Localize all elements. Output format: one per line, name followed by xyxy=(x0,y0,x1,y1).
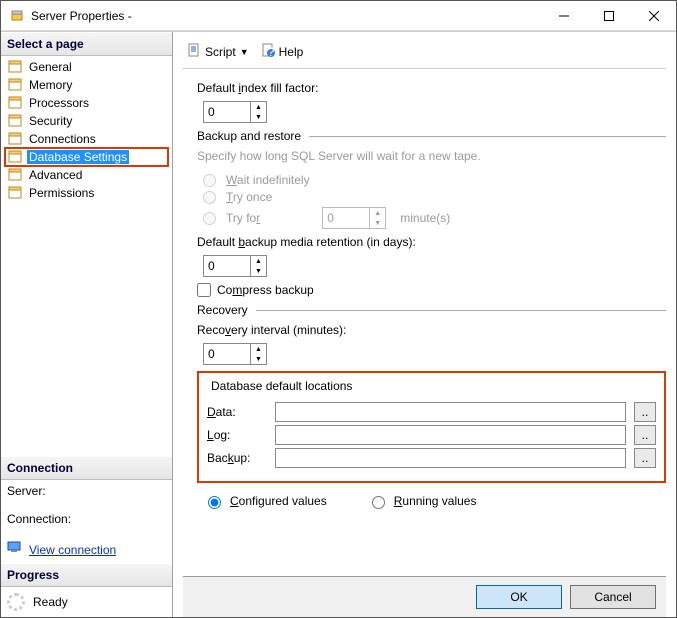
page-icon xyxy=(7,167,23,183)
backup-restore-group: Backup and restore xyxy=(197,129,301,143)
running-radio[interactable]: Running values xyxy=(367,493,477,509)
retention-spin[interactable]: ▲▼ xyxy=(203,255,267,277)
locations-group: Database default locations Data: .. Log:… xyxy=(197,371,666,483)
titlebar: Server Properties - xyxy=(1,1,676,31)
retention-label: Default backup media retention (in days)… xyxy=(197,235,416,249)
app-icon xyxy=(9,8,25,24)
minimize-button[interactable] xyxy=(541,1,586,30)
page-icon xyxy=(7,149,23,165)
sidebar-item-advanced[interactable]: Advanced xyxy=(5,166,168,184)
page-icon xyxy=(7,131,23,147)
try-for-spin: ▲▼ xyxy=(322,207,386,229)
chevron-down-icon: ▼ xyxy=(240,47,249,57)
svg-text:?: ? xyxy=(267,45,274,57)
wait-indef-radio: Wait indefinitely xyxy=(203,173,666,187)
try-for-radio: Try for ▲▼ minute(s) xyxy=(203,207,666,229)
locations-title: Database default locations xyxy=(207,379,356,393)
spin-up-icon[interactable]: ▲ xyxy=(251,102,266,112)
cancel-button[interactable]: Cancel xyxy=(570,585,656,609)
backup-browse-button[interactable]: .. xyxy=(634,448,656,468)
server-label: Server: xyxy=(7,484,166,498)
log-browse-button[interactable]: .. xyxy=(634,425,656,445)
recovery-interval-label: Recovery interval (minutes): xyxy=(197,323,346,337)
page-icon xyxy=(7,95,23,111)
connection-block: Server: Connection: View connection xyxy=(1,480,172,563)
view-connection-link[interactable]: View connection xyxy=(29,543,116,557)
window-title: Server Properties - xyxy=(31,9,541,23)
script-button[interactable]: Script ▼ xyxy=(183,41,253,62)
page-icon xyxy=(7,77,23,93)
script-icon xyxy=(187,43,201,60)
backup-label: Backup: xyxy=(207,451,267,465)
toolbar: Script ▼ ? Help xyxy=(183,38,666,69)
spin-up-icon[interactable]: ▲ xyxy=(251,256,266,266)
data-browse-button[interactable]: .. xyxy=(634,402,656,422)
connection-label: Connection: xyxy=(7,512,166,526)
close-button[interactable] xyxy=(631,1,676,30)
fill-factor-input[interactable] xyxy=(204,102,250,122)
footer: OK Cancel xyxy=(183,576,666,617)
progress-ready-label: Ready xyxy=(33,595,68,609)
sidebar-item-security[interactable]: Security xyxy=(5,112,168,130)
sidebar-item-connections[interactable]: Connections xyxy=(5,130,168,148)
right-pane: Script ▼ ? Help Default index fill facto… xyxy=(173,32,676,617)
recovery-group: Recovery xyxy=(197,303,248,317)
recovery-spin[interactable]: ▲▼ xyxy=(203,343,267,365)
log-label: Log: xyxy=(207,428,267,442)
connection-header: Connection xyxy=(1,456,172,480)
sidebar-item-processors[interactable]: Processors xyxy=(5,94,168,112)
help-button[interactable]: ? Help xyxy=(257,41,308,62)
sidebar-item-database-settings[interactable]: Database Settings xyxy=(5,148,168,166)
sidebar-item-memory[interactable]: Memory xyxy=(5,76,168,94)
spin-up-icon[interactable]: ▲ xyxy=(251,344,266,354)
data-path-input[interactable] xyxy=(275,402,626,422)
recovery-input[interactable] xyxy=(204,344,250,364)
spin-down-icon[interactable]: ▼ xyxy=(251,112,266,122)
backup-hint: Specify how long SQL Server will wait fo… xyxy=(197,149,666,163)
compress-checkbox[interactable] xyxy=(197,283,211,297)
select-page-header: Select a page xyxy=(1,32,172,56)
log-path-input[interactable] xyxy=(275,425,626,445)
help-icon: ? xyxy=(261,43,275,60)
window: Server Properties - Select a page Genera… xyxy=(0,0,677,618)
retention-input[interactable] xyxy=(204,256,250,276)
configured-radio[interactable]: Configured values xyxy=(203,493,327,509)
page-icon xyxy=(7,59,23,75)
ok-button[interactable]: OK xyxy=(476,585,562,609)
fill-factor-label: Default index fill factor: xyxy=(197,81,318,95)
sidebar-item-general[interactable]: General xyxy=(5,58,168,76)
fill-factor-spin[interactable]: ▲▼ xyxy=(203,101,267,123)
progress-spinner-icon xyxy=(7,593,25,611)
data-label: Data: xyxy=(207,405,267,419)
page-icon xyxy=(7,113,23,129)
page-icon xyxy=(7,185,23,201)
maximize-button[interactable] xyxy=(586,1,631,30)
monitor-icon xyxy=(7,540,23,559)
spin-down-icon[interactable]: ▼ xyxy=(251,354,266,364)
compress-label: Compress backup xyxy=(217,283,314,297)
page-list: General Memory Processors Security Conne… xyxy=(1,56,172,456)
progress-header: Progress xyxy=(1,563,172,587)
spin-down-icon[interactable]: ▼ xyxy=(251,266,266,276)
try-once-radio: Try once xyxy=(203,190,666,204)
left-pane: Select a page General Memory Processors … xyxy=(1,32,173,617)
sidebar-item-permissions[interactable]: Permissions xyxy=(5,184,168,202)
backup-path-input[interactable] xyxy=(275,448,626,468)
